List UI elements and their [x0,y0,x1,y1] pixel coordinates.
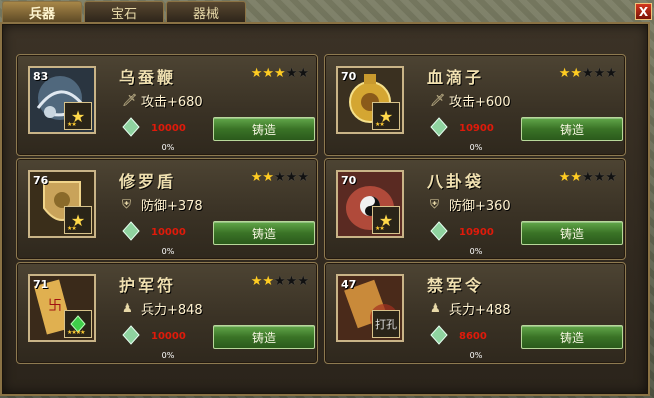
seal-icon: 打孔 [372,310,400,338]
item-card: 76 ★ ★★ 修罗盾 ★★★★★ ⛨ 防御+378 10000 铸造 0% [16,158,318,260]
item-name: 护军符 [119,276,177,295]
item-name: 禁军令 [427,276,485,295]
progress-bar: 0% [28,351,308,361]
star-empty-icon: ★★★ [274,170,309,185]
item-card: 70 ★ ★★ 血滴子 ★★★★★ 🗡 攻击+600 10900 铸造 0% [324,54,626,156]
star-icon: ★★ [558,170,583,185]
soldier-icon: ♟ [430,301,441,315]
sword-icon: 🗡 [430,93,446,107]
item-name: 八卦袋 [427,172,485,191]
item-name: 乌蚕鞭 [119,68,177,87]
star-icon: ★★ [250,170,275,185]
forge-cost: 10900 [459,227,494,238]
item-level: 47 [341,278,357,291]
star-empty-icon: ★★★ [274,274,309,289]
star-icon: ★★ [558,66,583,81]
forge-button[interactable]: 铸造 [213,221,315,245]
badge-stars: ★★ [375,121,385,128]
item-stat: 攻击+680 [141,95,203,110]
item-stat: 兵力+488 [449,303,511,318]
forge-button[interactable]: 铸造 [213,117,315,141]
forge-panel: 83 ★ ★★ 乌蚕鞭 ★★★★★ 🗡 攻击+680 10000 铸造 0% 7… [0,22,650,396]
badge-stars: ★★ [67,121,77,128]
progress-label: 0% [469,247,483,256]
item-slot[interactable]: 47 打孔 [336,274,404,342]
forge-button[interactable]: 铸造 [521,221,623,245]
item-slot[interactable]: 70 ★ ★★ [336,170,404,238]
forge-cost: 10000 [151,227,186,238]
soldier-icon: ♟ [122,301,133,315]
forge-button[interactable]: 铸造 [521,117,623,141]
tab-gems[interactable]: 宝石 [84,1,164,22]
forge-cost: 10900 [459,123,494,134]
jade-icon [430,325,448,345]
star-icon: ★ ★★ [372,206,400,234]
forge-cost: 10000 [151,331,186,342]
item-level: 83 [33,70,49,83]
svg-text:卐: 卐 [48,298,62,314]
star-empty-icon: ★★★ [582,66,617,81]
item-card: 47 打孔 禁军令 ♟ 兵力+488 8600 铸造 0% [324,262,626,364]
progress-bar: 0% [336,247,616,257]
star-icon: ★ ★★ [372,102,400,130]
jade-icon [430,221,448,241]
forge-button[interactable]: 铸造 [213,325,315,349]
item-level: 70 [341,70,357,83]
tab-equipment[interactable]: 器械 [166,1,246,22]
shield-icon: ⛨ [430,197,440,211]
forge-cost: 8600 [459,331,487,342]
item-stat: 攻击+600 [449,95,511,110]
tab-bar: 兵器 宝石 器械 [0,0,630,22]
forge-cost: 10000 [151,123,186,134]
jade-icon [122,325,140,345]
item-name: 血滴子 [427,68,485,87]
item-card: 83 ★ ★★ 乌蚕鞭 ★★★★★ 🗡 攻击+680 10000 铸造 0% [16,54,318,156]
jade-icon [122,117,140,137]
gem-icon: ★★★★ [64,310,92,338]
close-button[interactable]: X [635,3,652,20]
item-stat: 兵力+848 [141,303,203,318]
shield-icon: ⛨ [122,197,132,211]
progress-label: 0% [469,143,483,152]
tab-weapons[interactable]: 兵器 [2,1,82,22]
progress-bar: 0% [336,351,616,361]
progress-label: 0% [469,351,483,360]
item-card: 卐 71 ★★★★ 护军符 ★★★★★ ♟ 兵力+848 10000 铸造 0% [16,262,318,364]
jade-icon [430,117,448,137]
star-icon: ★ ★★ [64,206,92,234]
progress-bar: 0% [28,143,308,153]
sword-icon: 🗡 [122,93,138,107]
item-stars: ★★★★★ [251,274,309,289]
star-empty-icon: ★★ [285,66,309,81]
forge-button[interactable]: 铸造 [521,325,623,349]
progress-label: 0% [161,247,175,256]
progress-label: 0% [161,143,175,152]
item-stat: 防御+360 [449,199,511,214]
badge-stars: ★★ [67,225,77,232]
progress-bar: 0% [336,143,616,153]
item-card: 70 ★ ★★ 八卦袋 ★★★★★ ⛨ 防御+360 10900 铸造 0% [324,158,626,260]
progress-bar: 0% [28,247,308,257]
item-stars: ★★★★★ [559,66,617,81]
item-slot[interactable]: 83 ★ ★★ [28,66,96,134]
star-icon: ★★★ [250,66,286,81]
badge-stars: ★★ [375,225,385,232]
item-name: 修罗盾 [119,172,177,191]
item-slot[interactable]: 76 ★ ★★ [28,170,96,238]
progress-label: 0% [161,351,175,360]
item-stars: ★★★★★ [251,170,309,185]
badge-stars: ★★★★ [67,329,85,336]
item-slot[interactable]: 卐 71 ★★★★ [28,274,96,342]
star-icon: ★ ★★ [64,102,92,130]
item-level: 71 [33,278,49,291]
item-slot[interactable]: 70 ★ ★★ [336,66,404,134]
item-stat: 防御+378 [141,199,203,214]
jade-icon [122,221,140,241]
star-icon: ★★ [250,274,275,289]
item-stars: ★★★★★ [559,170,617,185]
star-empty-icon: ★★★ [582,170,617,185]
item-level: 76 [33,174,49,187]
item-stars: ★★★★★ [251,66,309,81]
item-level: 70 [341,174,357,187]
